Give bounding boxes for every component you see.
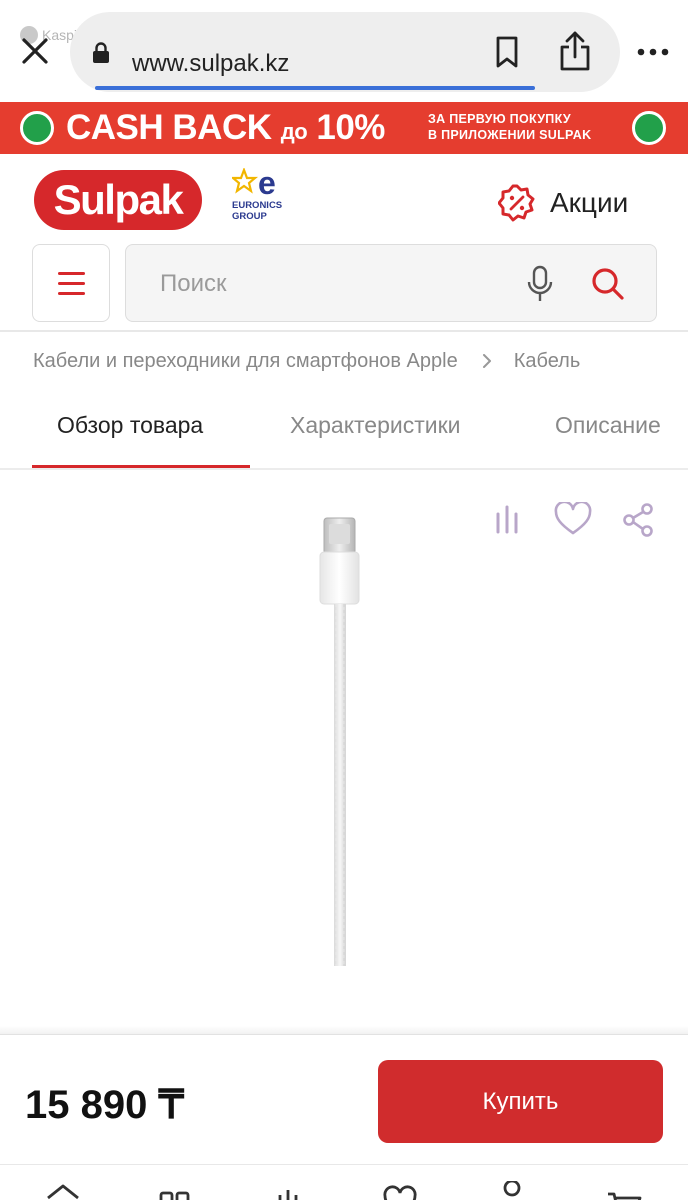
cashback-prefix: до (280, 119, 308, 144)
breadcrumb: Кабели и переходники для смартфонов Appl… (33, 346, 580, 376)
app-phone-icon (632, 111, 666, 145)
euronics-caption-line2: GROUP (232, 211, 267, 222)
share-nodes-icon[interactable] (622, 503, 654, 537)
bottom-navigation (0, 1164, 688, 1200)
page-load-progress (95, 86, 535, 90)
app-phone-icon (20, 111, 54, 145)
share-icon[interactable] (558, 30, 592, 72)
search-input[interactable]: Поиск (125, 244, 657, 322)
buy-button[interactable]: Купить (378, 1060, 663, 1143)
cashback-percent: 10% (316, 108, 385, 147)
compare-nav-icon[interactable] (270, 1181, 306, 1200)
tabs-divider (0, 468, 688, 470)
search-icon[interactable] (591, 267, 625, 301)
browser-toolbar: Kaspi.kz www.sulpak.kz (0, 0, 688, 102)
catalog-menu-button[interactable] (32, 244, 110, 322)
breadcrumb-item-current[interactable]: Кабель (514, 350, 581, 373)
discount-badge-icon (498, 184, 535, 222)
more-options-icon[interactable] (636, 46, 670, 58)
catalog-icon[interactable] (157, 1181, 193, 1200)
menu-line (58, 282, 85, 285)
cart-icon[interactable] (606, 1181, 642, 1200)
cashback-text: CASH BACK (66, 108, 272, 147)
chevron-right-icon (482, 354, 491, 368)
euronics-caption: EURONICS GROUP (232, 200, 282, 222)
heart-icon[interactable] (554, 502, 592, 536)
cashback-promo-banner[interactable]: CASH BACK до 10% ЗА ПЕРВУЮ ПОКУПКУ В ПРИ… (0, 102, 688, 154)
favorites-icon[interactable] (382, 1181, 418, 1200)
home-icon[interactable] (45, 1181, 81, 1200)
bookmark-icon[interactable] (492, 35, 522, 69)
profile-icon[interactable] (494, 1181, 530, 1200)
promotions-link[interactable]: Акции (498, 182, 628, 224)
product-price: 15 890 ₸ (25, 1083, 184, 1127)
compare-icon[interactable] (494, 504, 520, 534)
tab-overview[interactable]: Обзор товара (57, 412, 203, 439)
euronics-caption-line1: EURONICS (232, 200, 283, 211)
menu-line (58, 272, 85, 275)
url-text: www.sulpak.kz (132, 50, 290, 77)
close-icon[interactable] (18, 34, 52, 68)
search-placeholder: Поиск (160, 270, 227, 297)
cashback-subtext-line1: ЗА ПЕРВУЮ ПОКУПКУ (428, 112, 571, 126)
lock-icon (93, 42, 109, 63)
menu-line (58, 292, 85, 295)
promotions-label: Акции (550, 187, 629, 218)
cashback-headline: CASH BACK до 10% (66, 108, 385, 148)
cashback-subtext: ЗА ПЕРВУЮ ПОКУПКУ В ПРИЛОЖЕНИИ SULPAK (428, 111, 591, 143)
product-image[interactable] (300, 512, 380, 972)
microphone-icon[interactable] (526, 265, 554, 303)
header-divider (0, 330, 688, 332)
address-bar[interactable]: www.sulpak.kz (70, 12, 620, 92)
tab-description[interactable]: Описание (555, 412, 661, 439)
tab-specifications[interactable]: Характеристики (290, 412, 461, 439)
svg-text:e: e (258, 168, 276, 201)
sulpak-logo[interactable]: Sulpak (34, 170, 202, 230)
breadcrumb-item-category[interactable]: Кабели и переходники для смартфонов Appl… (33, 350, 458, 373)
cashback-subtext-line2: В ПРИЛОЖЕНИИ SULPAK (428, 128, 592, 142)
